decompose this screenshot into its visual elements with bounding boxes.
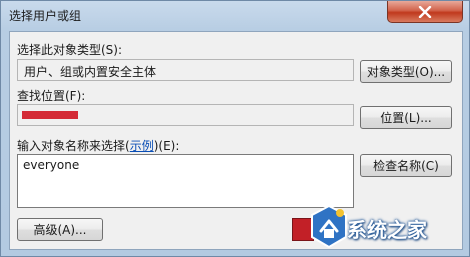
location-label: 查找位置(F): [17,89,86,103]
examples-link[interactable]: 示例 [130,139,154,153]
object-names-label-suffix: )(E): [153,139,180,153]
advanced-button[interactable]: 高级(A)... [17,218,103,241]
close-button[interactable] [387,1,463,23]
object-types-button[interactable]: 对象类型(O)... [360,60,452,83]
window-title: 选择用户或组 [9,9,82,23]
check-names-button[interactable]: 检查名称(C) [360,154,452,177]
close-icon [418,5,432,18]
select-users-or-groups-dialog: 选择用户或组 选择此对象类型(S): 用户、组或内置安全主体 对象类型(O)..… [0,0,470,257]
redacted-location [22,111,78,119]
object-type-field: 用户、组或内置安全主体 [17,59,354,81]
watermark-logo-icon [311,204,347,249]
object-names-label-prefix: 输入对象名称来选择( [17,139,130,153]
object-names-input[interactable]: everyone [17,154,354,208]
locations-button[interactable]: 位置(L)... [360,106,452,129]
location-field [17,104,354,126]
object-type-label: 选择此对象类型(S): [17,43,123,57]
title-bar[interactable]: 选择用户或组 [1,1,469,29]
watermark-text: 系统之家 [347,218,427,242]
watermark: 系统之家 [307,202,467,254]
object-names-label: 输入对象名称来选择(示例)(E): [17,137,179,154]
